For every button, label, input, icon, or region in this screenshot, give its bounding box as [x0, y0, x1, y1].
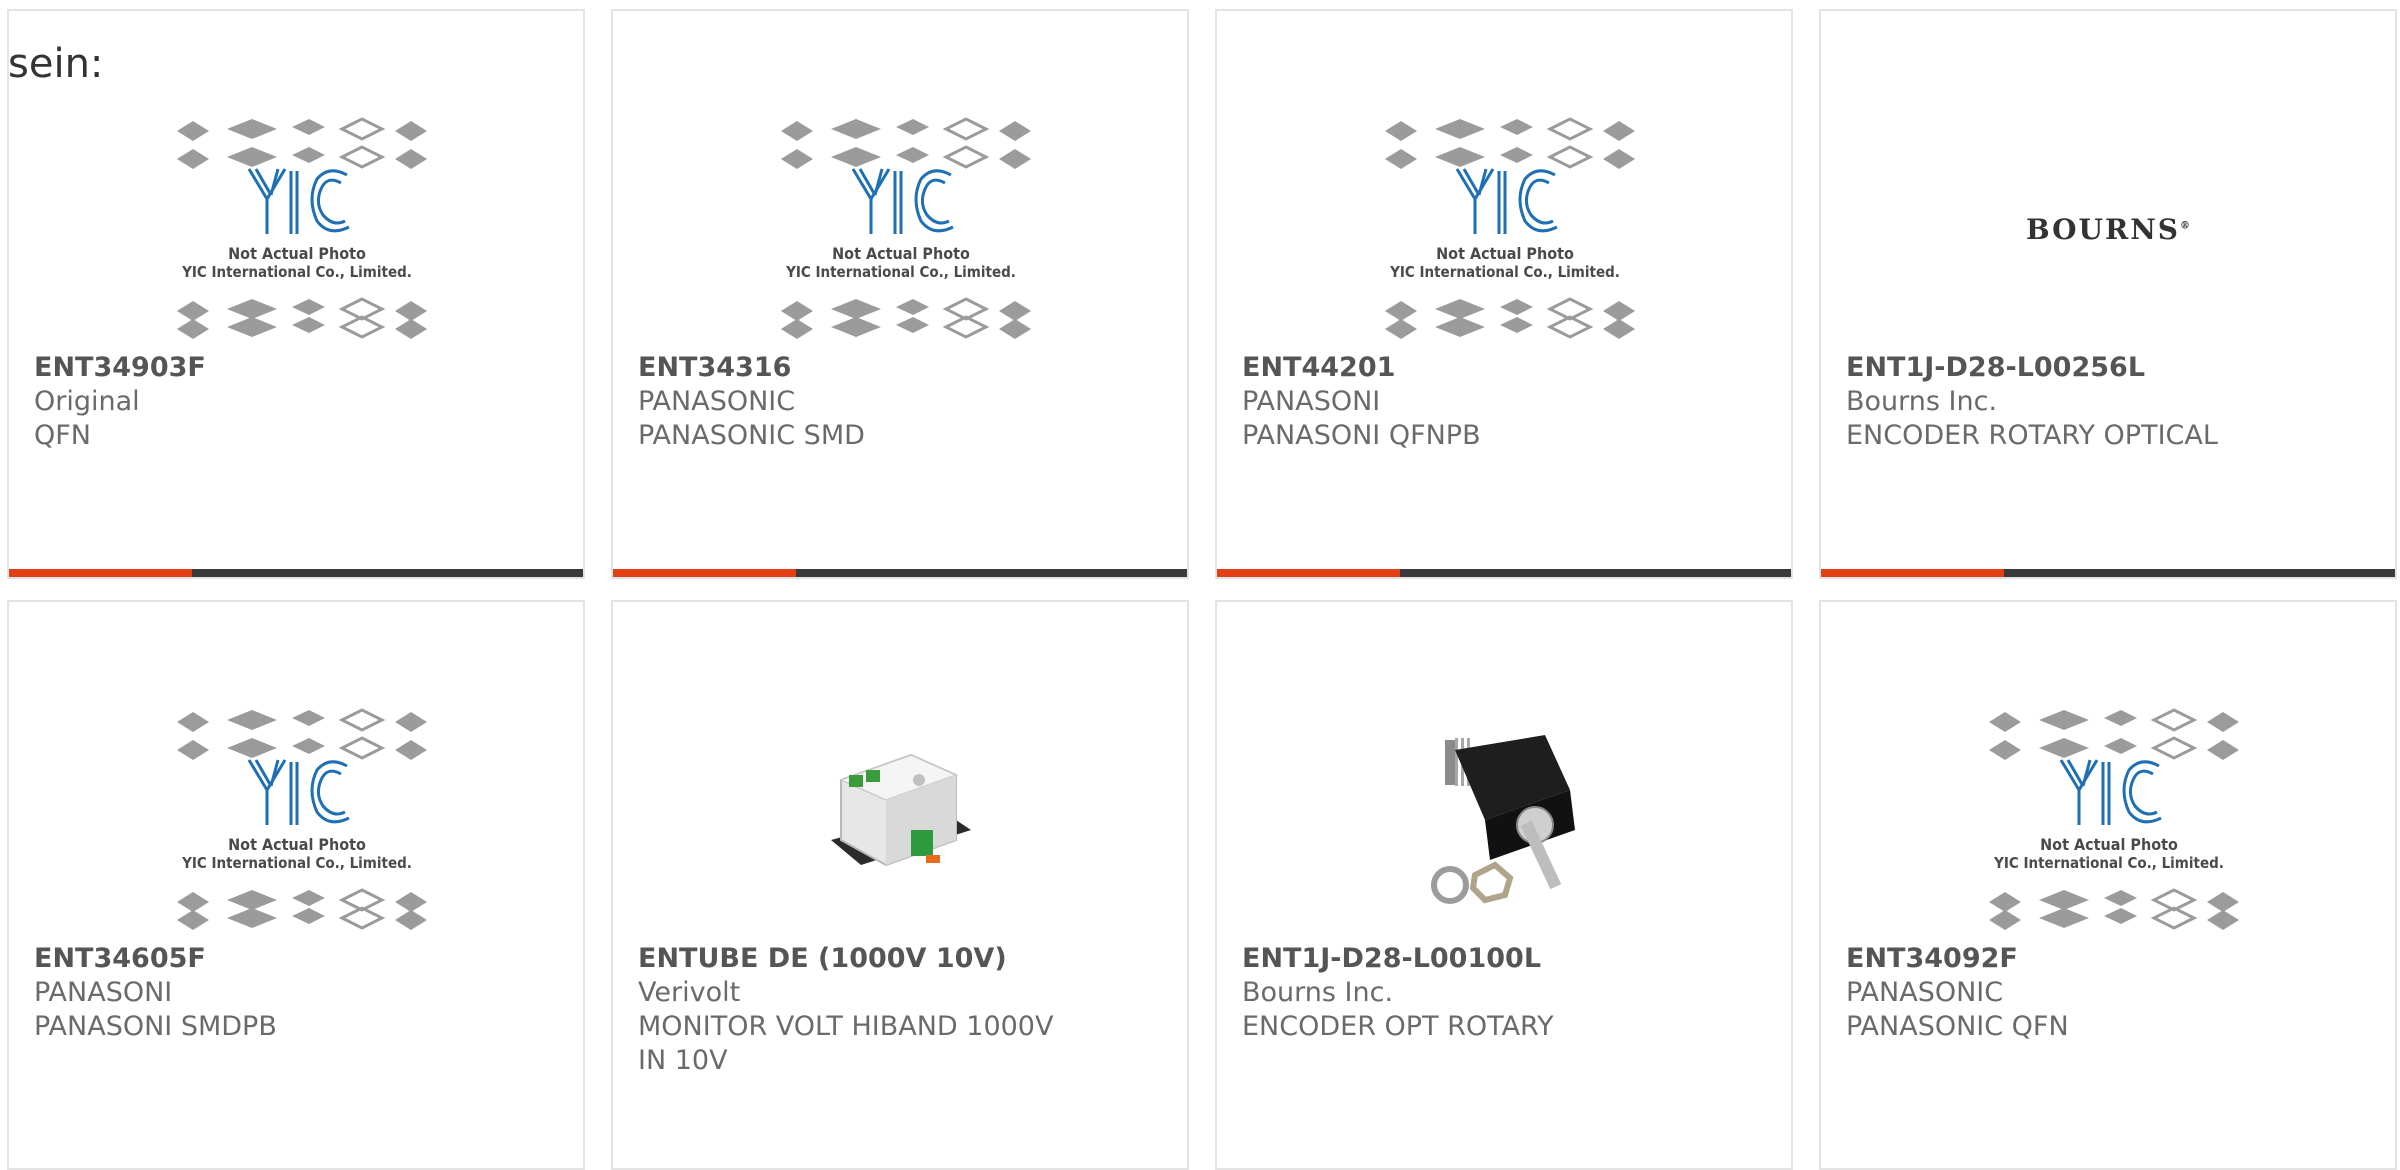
- placeholder-line1: Not Actual Photo: [832, 244, 970, 263]
- product-card[interactable]: ENTUBE DE (1000V 10V) Verivolt MONITOR V…: [611, 600, 1189, 1170]
- placeholder-line2: YIC International Co., Limited.: [785, 263, 1016, 281]
- placeholder-line1: Not Actual Photo: [1436, 244, 1574, 263]
- bourns-logo: BOURNS®: [2025, 212, 2193, 246]
- card-bottom-bar: [1821, 569, 2395, 577]
- description: PANASONI SMDPB: [34, 1011, 277, 1042]
- part-number[interactable]: ENT34903F: [34, 351, 573, 385]
- description: MONITOR VOLT HIBAND 1000V IN 10V: [638, 1011, 1054, 1076]
- manufacturer: PANASONI: [34, 977, 173, 1008]
- manufacturer: Bourns Inc.: [1242, 977, 1394, 1008]
- part-number[interactable]: ENT34316: [638, 351, 1177, 385]
- part-number[interactable]: ENT34092F: [1846, 942, 2385, 976]
- manufacturer: Original: [34, 386, 140, 417]
- product-grid: Not Actual Photo YIC International Co., …: [0, 0, 2400, 1170]
- manufacturer: Verivolt: [638, 977, 741, 1008]
- product-image: [761, 690, 1041, 950]
- product-image: [1365, 690, 1645, 950]
- placeholder-line2: YIC International Co., Limited.: [181, 263, 412, 281]
- card-bottom-bar: [613, 569, 1187, 577]
- description: QFN: [34, 420, 91, 451]
- yic-placeholder-image: Not Actual Photo YIC International Co., …: [177, 117, 427, 339]
- description: ENCODER ROTARY OPTICAL: [1846, 420, 2218, 451]
- yic-placeholder-image: Not Actual Photo YIC International Co., …: [781, 117, 1031, 339]
- prefix-text: sein:: [8, 41, 104, 87]
- placeholder-line1: Not Actual Photo: [228, 244, 366, 263]
- part-number[interactable]: ENT1J-D28-L00256L: [1846, 351, 2385, 385]
- description: ENCODER OPT ROTARY: [1242, 1011, 1554, 1042]
- card-bottom-bar: [9, 569, 583, 577]
- part-number[interactable]: ENT44201: [1242, 351, 1781, 385]
- rotary-encoder-image: [1431, 735, 1575, 904]
- product-card[interactable]: Not Actual Photo YIC International Co., …: [611, 9, 1189, 579]
- part-number[interactable]: ENT34605F: [34, 942, 573, 976]
- product-card[interactable]: BOURNS® ENT1J-D28-L00256L Bourns Inc. EN…: [1819, 9, 2397, 579]
- placeholder-line1: Not Actual Photo: [2040, 835, 2178, 854]
- bourns-logo-image: BOURNS®: [1969, 99, 2249, 359]
- product-image-placeholder: Not Actual Photo YIC International Co., …: [1969, 690, 2249, 950]
- placeholder-line2: YIC International Co., Limited.: [181, 854, 412, 872]
- product-image-placeholder: Not Actual Photo YIC International Co., …: [157, 690, 437, 950]
- placeholder-line2: YIC International Co., Limited.: [1993, 854, 2224, 872]
- yic-placeholder-image: Not Actual Photo YIC International Co., …: [177, 708, 427, 930]
- placeholder-line1: Not Actual Photo: [228, 835, 366, 854]
- product-card[interactable]: ENT1J-D28-L00100L Bourns Inc. ENCODER OP…: [1215, 600, 1793, 1170]
- din-rail-module-image: [831, 753, 971, 867]
- part-number[interactable]: ENT1J-D28-L00100L: [1242, 942, 1781, 976]
- product-card[interactable]: Not Actual Photo YIC International Co., …: [7, 600, 585, 1170]
- yic-placeholder-image: Not Actual Photo YIC International Co., …: [1385, 117, 1635, 339]
- placeholder-line2: YIC International Co., Limited.: [1389, 263, 1620, 281]
- product-card[interactable]: Not Actual Photo YIC International Co., …: [1819, 600, 2397, 1170]
- product-image-placeholder: Not Actual Photo YIC International Co., …: [1365, 99, 1645, 359]
- product-card[interactable]: Not Actual Photo YIC International Co., …: [7, 9, 585, 579]
- description: PANASONIC QFN: [1846, 1011, 2069, 1042]
- description: PANASONIC SMD: [638, 420, 865, 451]
- part-number[interactable]: ENTUBE DE (1000V 10V): [638, 942, 1177, 976]
- manufacturer: Bourns Inc.: [1846, 386, 1998, 417]
- product-image-placeholder: Not Actual Photo YIC International Co., …: [157, 99, 437, 359]
- manufacturer: PANASONIC: [1846, 977, 2004, 1008]
- manufacturer: PANASONI: [1242, 386, 1381, 417]
- yic-placeholder-image: Not Actual Photo YIC International Co., …: [1989, 708, 2239, 930]
- product-image-placeholder: Not Actual Photo YIC International Co., …: [761, 99, 1041, 359]
- product-card[interactable]: Not Actual Photo YIC International Co., …: [1215, 9, 1793, 579]
- description: PANASONI QFNPB: [1242, 420, 1481, 451]
- manufacturer: PANASONIC: [638, 386, 796, 417]
- card-bottom-bar: [1217, 569, 1791, 577]
